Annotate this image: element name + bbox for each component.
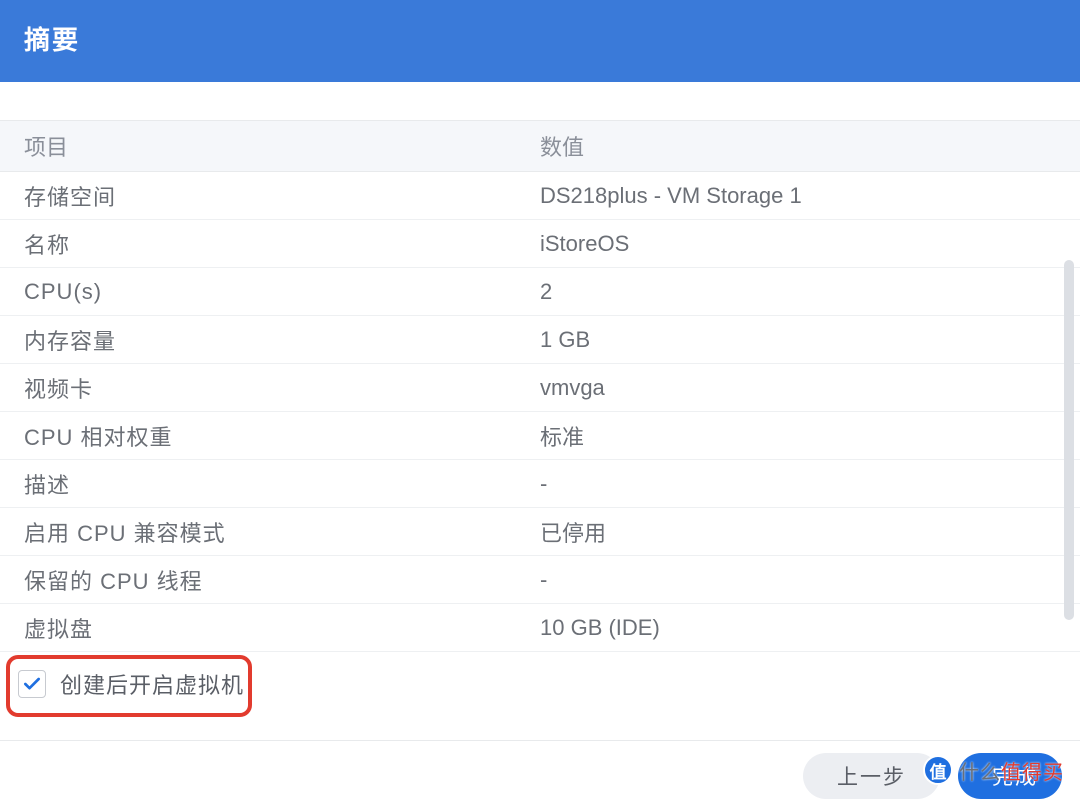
table-row: 保留的 CPU 线程 - xyxy=(0,556,1080,604)
row-key: CPU(s) xyxy=(0,279,520,305)
check-icon xyxy=(22,674,42,694)
row-value: 10 GB (IDE) xyxy=(520,615,1080,641)
row-value: 1 GB xyxy=(520,327,1080,353)
dialog-header: 摘要 xyxy=(0,0,1080,82)
power-on-checkbox[interactable] xyxy=(18,670,46,698)
row-value: iStoreOS xyxy=(520,231,1080,257)
row-value: 标准 xyxy=(520,420,1080,452)
row-key: 内存容量 xyxy=(0,324,520,356)
power-on-checkbox-label: 创建后开启虚拟机 xyxy=(60,668,244,700)
row-value: - xyxy=(520,567,1080,593)
row-key: 保留的 CPU 线程 xyxy=(0,564,520,596)
table-row: 启用 CPU 兼容模式 已停用 xyxy=(0,508,1080,556)
row-key: 存储空间 xyxy=(0,180,520,212)
row-value: DS218plus - VM Storage 1 xyxy=(520,183,1080,209)
table-row: CPU 相对权重 标准 xyxy=(0,412,1080,460)
row-value: 已停用 xyxy=(520,516,1080,548)
summary-table: 项目 数值 存储空间 DS218plus - VM Storage 1 名称 i… xyxy=(0,120,1080,652)
table-row: 存储空间 DS218plus - VM Storage 1 xyxy=(0,172,1080,220)
table-row: 描述 - xyxy=(0,460,1080,508)
row-key: 描述 xyxy=(0,468,520,500)
dialog-footer: 上一步 完成 xyxy=(0,740,1080,810)
power-on-checkbox-row[interactable]: 创建后开启虚拟机 xyxy=(18,668,244,700)
table-header-key: 项目 xyxy=(0,130,520,162)
dialog-title: 摘要 xyxy=(24,20,80,57)
row-key: 启用 CPU 兼容模式 xyxy=(0,516,520,548)
table-body: 存储空间 DS218plus - VM Storage 1 名称 iStoreO… xyxy=(0,172,1080,652)
row-value: 2 xyxy=(520,279,1080,305)
table-row: 名称 iStoreOS xyxy=(0,220,1080,268)
table-header-row: 项目 数值 xyxy=(0,120,1080,172)
row-value: vmvga xyxy=(520,375,1080,401)
row-key: 视频卡 xyxy=(0,372,520,404)
table-row: 虚拟盘 10 GB (IDE) xyxy=(0,604,1080,652)
table-row: CPU(s) 2 xyxy=(0,268,1080,316)
back-button[interactable]: 上一步 xyxy=(803,753,940,799)
row-key: 虚拟盘 xyxy=(0,612,520,644)
table-header-value: 数值 xyxy=(520,130,1080,162)
row-key: CPU 相对权重 xyxy=(0,420,520,452)
scrollbar-thumb[interactable] xyxy=(1064,260,1074,620)
table-row: 内存容量 1 GB xyxy=(0,316,1080,364)
row-value: - xyxy=(520,471,1080,497)
table-row: 视频卡 vmvga xyxy=(0,364,1080,412)
content-area: 项目 数值 存储空间 DS218plus - VM Storage 1 名称 i… xyxy=(0,82,1080,652)
row-key: 名称 xyxy=(0,228,520,260)
done-button[interactable]: 完成 xyxy=(958,753,1062,799)
